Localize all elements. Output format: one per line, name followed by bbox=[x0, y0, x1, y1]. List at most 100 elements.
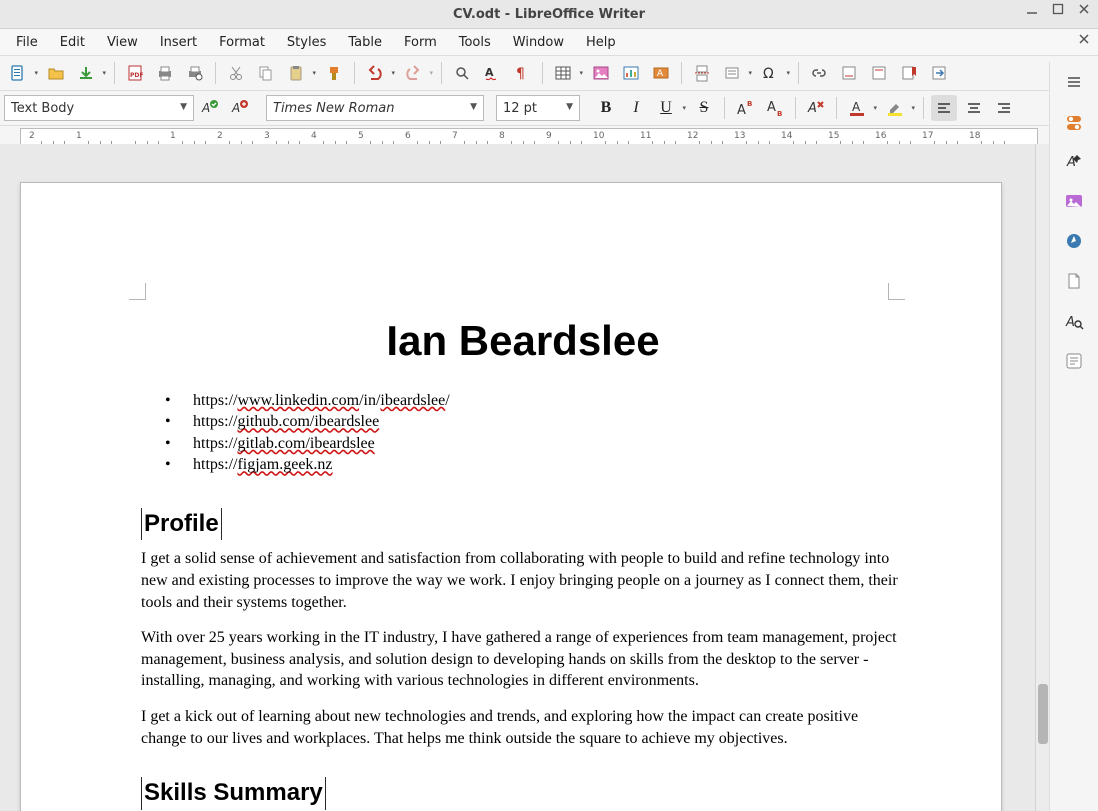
align-right-button[interactable] bbox=[991, 95, 1017, 121]
minimize-button[interactable] bbox=[1026, 3, 1038, 15]
sidebar-gallery-button[interactable] bbox=[1059, 188, 1089, 214]
menubar: File Edit View Insert Format Styles Tabl… bbox=[0, 29, 1098, 56]
menu-insert[interactable]: Insert bbox=[150, 32, 207, 53]
font-size-combo[interactable]: 12 pt ▼ bbox=[496, 95, 580, 121]
italic-button[interactable]: I bbox=[623, 95, 649, 121]
sidebar-style-inspector-button[interactable]: A bbox=[1059, 308, 1089, 334]
menu-edit[interactable]: Edit bbox=[50, 32, 95, 53]
insert-hyperlink-button[interactable] bbox=[806, 60, 832, 86]
open-button[interactable] bbox=[43, 60, 69, 86]
close-document-button[interactable] bbox=[1078, 33, 1090, 45]
print-preview-button[interactable] bbox=[182, 60, 208, 86]
menu-tools[interactable]: Tools bbox=[449, 32, 501, 53]
insert-textbox-button[interactable]: A bbox=[648, 60, 674, 86]
sidebar-properties-button[interactable] bbox=[1059, 108, 1089, 134]
scrollbar-thumb[interactable] bbox=[1038, 684, 1048, 744]
document-page[interactable]: Ian Beardslee https://www.linkedin.com/i… bbox=[20, 182, 1002, 811]
chevron-down-icon[interactable]: ▼ bbox=[470, 102, 477, 112]
insert-image-button[interactable] bbox=[588, 60, 614, 86]
list-item[interactable]: https://www.linkedin.com/in/ibeardslee/ bbox=[165, 390, 905, 412]
spellcheck-button[interactable]: A bbox=[479, 60, 505, 86]
paragraph[interactable]: I get a kick out of learning about new t… bbox=[141, 706, 905, 749]
font-name-combo[interactable]: Times New Roman ▼ bbox=[266, 95, 484, 121]
undo-button[interactable]: ▾ bbox=[362, 60, 388, 86]
vertical-scrollbar[interactable] bbox=[1035, 144, 1050, 811]
chevron-down-icon[interactable]: ▼ bbox=[180, 102, 187, 112]
insert-chart-button[interactable] bbox=[618, 60, 644, 86]
menu-file[interactable]: File bbox=[6, 32, 48, 53]
sidebar: A A bbox=[1049, 62, 1098, 811]
chevron-down-icon[interactable]: ▼ bbox=[566, 102, 573, 112]
list-item[interactable]: https://gitlab.com/ibeardslee bbox=[165, 433, 905, 455]
find-replace-button[interactable] bbox=[449, 60, 475, 86]
save-button[interactable]: ▾ bbox=[73, 60, 99, 86]
svg-text:B: B bbox=[747, 100, 752, 108]
toolbar-formatting: Text Body ▼ A A Times New Roman ▼ 12 pt … bbox=[0, 91, 1098, 126]
menu-view[interactable]: View bbox=[97, 32, 148, 53]
insert-field-button[interactable]: ▾ bbox=[719, 60, 745, 86]
insert-table-button[interactable]: ▾ bbox=[550, 60, 576, 86]
font-color-button[interactable]: A ▾ bbox=[844, 95, 870, 121]
clone-formatting-button[interactable] bbox=[321, 60, 347, 86]
titlebar: CV.odt - LibreOffice Writer bbox=[0, 0, 1098, 29]
copy-button[interactable] bbox=[253, 60, 279, 86]
sidebar-page-button[interactable] bbox=[1059, 268, 1089, 294]
svg-text:B: B bbox=[777, 110, 782, 118]
strikethrough-button[interactable]: S bbox=[691, 95, 717, 121]
heading-skills[interactable]: Skills Summary bbox=[141, 777, 326, 809]
menu-format[interactable]: Format bbox=[209, 32, 275, 53]
menu-help[interactable]: Help bbox=[576, 32, 626, 53]
clear-formatting-button[interactable]: A bbox=[803, 95, 829, 121]
margin-corner-icon bbox=[888, 283, 905, 300]
insert-page-break-button[interactable] bbox=[689, 60, 715, 86]
bold-button[interactable]: B bbox=[593, 95, 619, 121]
svg-text:¶: ¶ bbox=[516, 66, 525, 82]
highlight-color-button[interactable]: ▾ bbox=[882, 95, 908, 121]
paragraph[interactable]: With over 25 years working in the IT ind… bbox=[141, 627, 905, 692]
align-left-button[interactable] bbox=[931, 95, 957, 121]
new-style-button[interactable]: A bbox=[227, 95, 253, 121]
superscript-button[interactable]: AB bbox=[732, 95, 758, 121]
align-center-button[interactable] bbox=[961, 95, 987, 121]
list-item[interactable]: https://figjam.geek.nz bbox=[165, 454, 905, 476]
insert-bookmark-button[interactable] bbox=[896, 60, 922, 86]
special-character-button[interactable]: Ω ▾ bbox=[757, 60, 783, 86]
font-name-value: Times New Roman bbox=[273, 101, 394, 116]
export-pdf-button[interactable]: PDF bbox=[122, 60, 148, 86]
new-document-button[interactable]: ▾ bbox=[5, 60, 31, 86]
update-style-button[interactable]: A bbox=[197, 95, 223, 121]
subscript-button[interactable]: AB bbox=[762, 95, 788, 121]
print-button[interactable] bbox=[152, 60, 178, 86]
svg-text:A: A bbox=[657, 69, 664, 79]
svg-text:A: A bbox=[852, 100, 861, 114]
insert-footnote-button[interactable] bbox=[836, 60, 862, 86]
formatting-marks-button[interactable]: ¶ bbox=[509, 60, 535, 86]
maximize-button[interactable] bbox=[1052, 3, 1064, 15]
redo-button[interactable]: ▾ bbox=[400, 60, 426, 86]
document-workspace[interactable]: Ian Beardslee https://www.linkedin.com/i… bbox=[0, 144, 1050, 811]
sidebar-settings-button[interactable] bbox=[1059, 68, 1089, 94]
paragraph-style-value: Text Body bbox=[11, 101, 74, 116]
document-body[interactable]: Ian Beardslee https://www.linkedin.com/i… bbox=[141, 303, 905, 811]
close-window-button[interactable] bbox=[1078, 3, 1090, 15]
links-list[interactable]: https://www.linkedin.com/in/ibeardslee/ … bbox=[165, 390, 905, 476]
cut-button[interactable] bbox=[223, 60, 249, 86]
menu-styles[interactable]: Styles bbox=[277, 32, 336, 53]
menu-table[interactable]: Table bbox=[338, 32, 392, 53]
insert-endnote-button[interactable] bbox=[866, 60, 892, 86]
sidebar-navigator-button[interactable] bbox=[1059, 228, 1089, 254]
underline-button[interactable]: U▾ bbox=[653, 95, 679, 121]
paragraph-style-combo[interactable]: Text Body ▼ bbox=[4, 95, 194, 121]
toolbar-standard: ▾ ▾ PDF ▾ ▾ ▾ A ¶ bbox=[0, 56, 1098, 91]
sidebar-manage-changes-button[interactable] bbox=[1059, 348, 1089, 374]
sidebar-styles-button[interactable]: A bbox=[1059, 148, 1089, 174]
paragraph[interactable]: I get a solid sense of achievement and s… bbox=[141, 548, 905, 613]
menu-window[interactable]: Window bbox=[503, 32, 574, 53]
list-item[interactable]: https://github.com/ibeardslee bbox=[165, 411, 905, 433]
paste-button[interactable]: ▾ bbox=[283, 60, 309, 86]
heading-profile[interactable]: Profile bbox=[141, 508, 222, 540]
menu-form[interactable]: Form bbox=[394, 32, 447, 53]
insert-cross-reference-button[interactable] bbox=[926, 60, 952, 86]
svg-text:A: A bbox=[231, 101, 240, 115]
document-heading-name[interactable]: Ian Beardslee bbox=[141, 313, 905, 370]
